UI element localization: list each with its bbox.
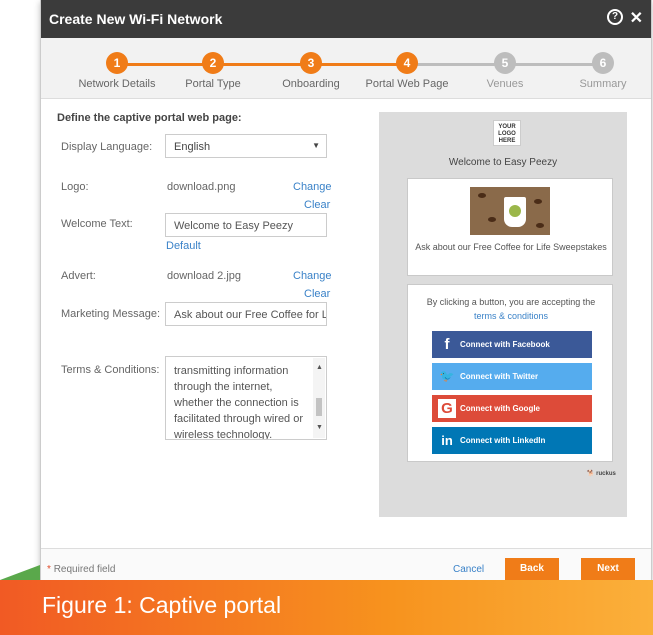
terms-label: Terms & Conditions:	[61, 364, 160, 376]
welcome-text-input[interactable]: Welcome to Easy Peezy	[165, 213, 327, 237]
twitter-icon: 🐦	[439, 369, 455, 383]
logo-placeholder: YOUR LOGO HERE	[493, 120, 521, 146]
marketing-message-label: Marketing Message:	[61, 308, 161, 320]
social-login-card: By clicking a button, you are accepting …	[407, 284, 613, 462]
step-label: Network Details	[78, 78, 156, 90]
terms-scrollbar[interactable]: ▲ ▼	[313, 358, 325, 438]
scroll-down-icon[interactable]: ▼	[316, 420, 323, 436]
help-icon[interactable]: ?	[607, 9, 623, 25]
coffee-cup-icon	[504, 197, 526, 227]
scroll-thumb[interactable]	[316, 398, 322, 416]
step-number: 5	[494, 52, 516, 74]
portal-preview: YOUR LOGO HERE Welcome to Easy Peezy Ask…	[379, 112, 627, 517]
step-number: 2	[202, 52, 224, 74]
step-label: Venues	[486, 78, 524, 90]
display-language-select[interactable]: English ▼	[165, 134, 327, 158]
create-wifi-dialog: Create New Wi-Fi Network ? ✕ 1 Network D…	[40, 0, 652, 581]
back-button[interactable]: Back	[505, 558, 559, 580]
step-venues[interactable]: 5 Venues	[450, 52, 560, 90]
title-bar: Create New Wi-Fi Network ? ✕	[41, 0, 651, 38]
step-number: 1	[106, 52, 128, 74]
linkedin-label: Connect with LinkedIn	[460, 436, 546, 445]
linkedin-icon: in	[441, 433, 453, 448]
google-icon: G	[438, 399, 456, 418]
required-star: *	[47, 564, 51, 575]
welcome-default-link[interactable]: Default	[166, 240, 201, 252]
advert-image	[470, 187, 550, 235]
welcome-text-label: Welcome Text:	[61, 218, 133, 230]
cancel-button[interactable]: Cancel	[453, 564, 484, 575]
logo-label: Logo:	[61, 181, 89, 193]
advert-change-link[interactable]: Change	[293, 270, 332, 282]
advert-clear-link[interactable]: Clear	[304, 288, 330, 300]
next-button[interactable]: Next	[581, 558, 635, 580]
connect-google-button[interactable]: G Connect with Google	[432, 395, 592, 422]
step-portal-type[interactable]: 2 Portal Type	[158, 52, 268, 90]
step-network-details[interactable]: 1 Network Details	[62, 52, 172, 90]
connect-linkedin-button[interactable]: in Connect with LinkedIn	[432, 427, 592, 454]
accept-text: By clicking a button, you are accepting …	[426, 297, 596, 307]
terms-link[interactable]: terms & conditions	[474, 311, 548, 321]
logo-clear-link[interactable]: Clear	[304, 199, 330, 211]
connect-facebook-button[interactable]: f Connect with Facebook	[432, 331, 592, 358]
accept-notice: By clicking a button, you are accepting …	[408, 295, 614, 323]
display-language-label: Display Language:	[61, 141, 153, 153]
facebook-label: Connect with Facebook	[460, 340, 550, 349]
google-label: Connect with Google	[460, 404, 540, 413]
display-language-value: English	[174, 141, 211, 153]
close-icon[interactable]: ✕	[630, 8, 643, 28]
terms-textarea[interactable]: transmitting information through the int…	[165, 356, 327, 440]
preview-welcome: Welcome to Easy Peezy	[448, 157, 558, 168]
connect-twitter-button[interactable]: 🐦 Connect with Twitter	[432, 363, 592, 390]
advert-card: Ask about our Free Coffee for Life Sweep…	[407, 178, 613, 276]
advert-label: Advert:	[61, 270, 96, 282]
logo-change-link[interactable]: Change	[293, 181, 332, 193]
facebook-icon: f	[444, 336, 450, 353]
ruckus-dog-icon: 🐕	[587, 471, 595, 477]
advert-filename: download 2.jpg	[167, 270, 242, 282]
step-number: 4	[396, 52, 418, 74]
figure-caption: Figure 1: Captive portal	[42, 592, 282, 618]
step-portal-web-page[interactable]: 4 Portal Web Page	[352, 52, 462, 90]
dialog-title: Create New Wi-Fi Network	[49, 11, 223, 27]
chevron-down-icon: ▼	[312, 141, 320, 150]
required-text: Required field	[53, 564, 116, 575]
step-label: Portal Type	[185, 78, 241, 90]
step-number: 3	[300, 52, 322, 74]
required-field-note: * Required field	[47, 564, 115, 575]
dialog-footer: * Required field Cancel Back Next	[41, 548, 651, 581]
form-heading: Define the captive portal web page:	[57, 112, 242, 124]
corner-decoration	[0, 565, 40, 580]
terms-text: transmitting information through the int…	[174, 365, 304, 440]
figure-caption-bar: Figure 1: Captive portal	[0, 580, 653, 635]
step-number: 6	[592, 52, 614, 74]
step-summary[interactable]: 6 Summary	[548, 52, 653, 90]
ruckus-logo: 🐕 ruckus	[587, 470, 616, 477]
twitter-label: Connect with Twitter	[460, 372, 539, 381]
marketing-message-input[interactable]: Ask about our Free Coffee for Life	[165, 302, 327, 326]
step-label: Summary	[579, 78, 627, 90]
step-onboarding[interactable]: 3 Onboarding	[256, 52, 366, 90]
preview-advert-text: Ask about our Free Coffee for Life Sweep…	[415, 242, 607, 252]
step-label: Onboarding	[282, 78, 340, 90]
wizard-steps: 1 Network Details 2 Portal Type 3 Onboar…	[41, 38, 651, 99]
scroll-up-icon[interactable]: ▲	[316, 360, 323, 376]
step-label: Portal Web Page	[365, 78, 449, 90]
ruckus-brand: ruckus	[596, 471, 616, 477]
logo-filename: download.png	[167, 181, 236, 193]
